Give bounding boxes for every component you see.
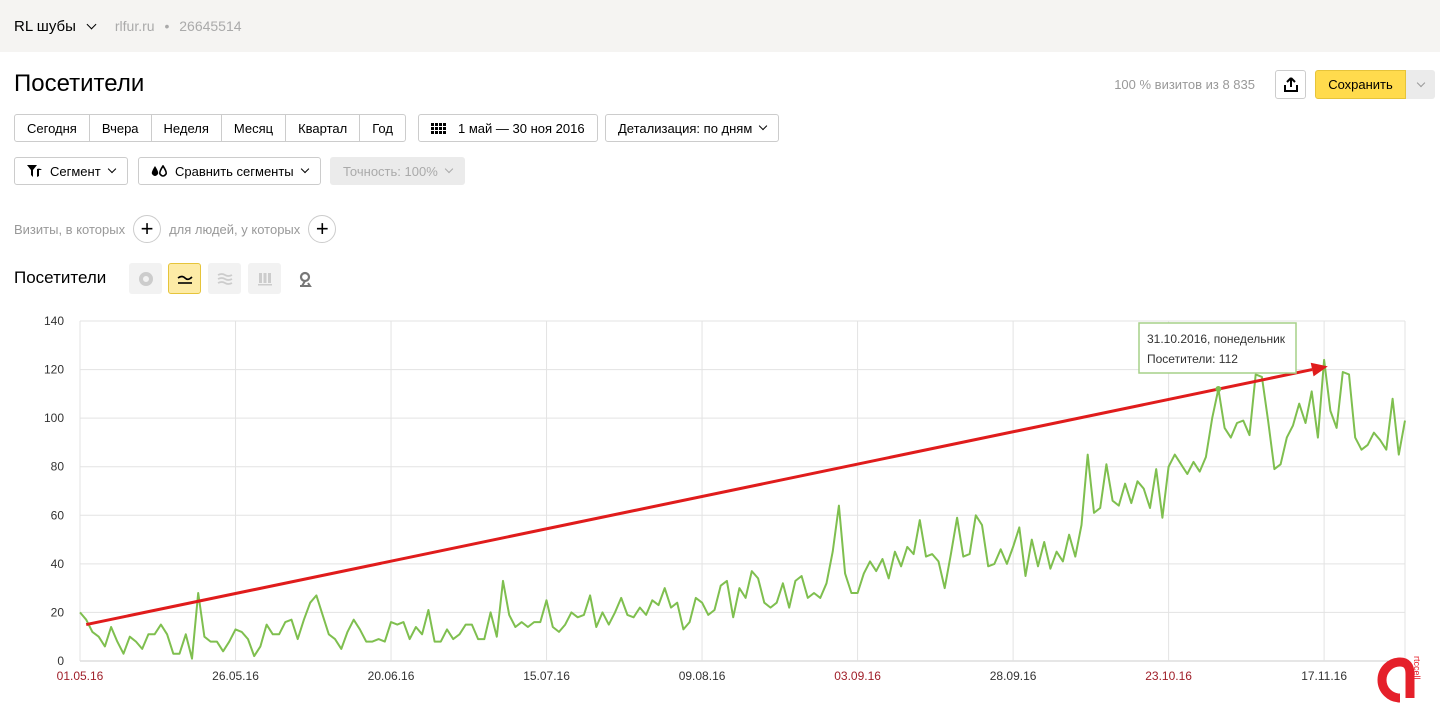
plus-icon: + — [140, 216, 154, 241]
export-button[interactable] — [1275, 70, 1306, 99]
tooltip-point — [1215, 386, 1222, 392]
period-week[interactable]: Неделя — [152, 115, 222, 141]
segment-button[interactable]: Сегмент — [14, 157, 128, 185]
chart-title: Посетители — [14, 268, 107, 287]
top-bar: RL шубы rlfur.ru • 26645514 — [0, 0, 1440, 52]
period-yesterday[interactable]: Вчера — [90, 115, 152, 141]
add-people-filter-button[interactable]: + — [308, 215, 337, 243]
y-tick-label: 20 — [51, 605, 65, 619]
detail-label: Детализация: по дням — [618, 120, 753, 136]
x-tick-label: 20.06.16 — [368, 669, 415, 683]
y-tick-label: 40 — [51, 557, 65, 571]
filter-row: Визиты, в которых + для людей, у которых… — [14, 215, 337, 243]
compare-segments-button[interactable]: Сравнить сегменты — [138, 157, 321, 185]
people-filter-label: для людей, у которых — [169, 221, 301, 237]
drops-icon — [151, 165, 167, 177]
date-range-label: 1 май — 30 ноя 2016 — [458, 120, 585, 136]
counter-meta: rlfur.ru • 26645514 — [115, 18, 242, 34]
bar-chart-icon — [257, 272, 272, 285]
chart-type-bar[interactable] — [248, 263, 281, 294]
period-selector: Сегодня Вчера Неделя Месяц Квартал Год — [14, 114, 406, 142]
segment-label: Сегмент — [50, 163, 101, 179]
y-tick-label: 140 — [44, 314, 64, 328]
site-domain: rlfur.ru — [114, 18, 155, 34]
pie-chart-icon — [138, 271, 153, 286]
chevron-down-icon — [107, 164, 116, 174]
chevron-down-icon — [86, 19, 97, 29]
x-tick-label: 23.10.16 — [1145, 669, 1192, 683]
visits-filter-label: Визиты, в которых — [14, 221, 126, 237]
chevron-down-icon — [1416, 78, 1425, 87]
filter-icon — [27, 165, 42, 177]
series-line-visitors — [79, 358, 1406, 660]
accuracy-label: Точность: 100% — [343, 163, 438, 179]
line-chart-icon — [177, 275, 193, 284]
chart-type-area[interactable] — [208, 263, 241, 294]
watermark-logo: rtccell — [1377, 656, 1422, 703]
detail-dropdown[interactable]: Детализация: по дням — [605, 114, 780, 142]
accuracy-dropdown[interactable]: Точность: 100% — [330, 157, 465, 185]
x-tick-label: 26.05.16 — [212, 669, 259, 683]
x-tick-label: 03.09.16 — [834, 669, 881, 683]
calendar-icon — [431, 122, 446, 134]
y-tick-label: 80 — [51, 460, 65, 474]
x-tick-label: 01.05.16 — [57, 669, 104, 683]
area-chart-icon — [217, 272, 232, 285]
chart-type-pie[interactable] — [129, 263, 162, 294]
chart-type-line[interactable] — [168, 263, 201, 294]
tooltip-date: 31.10.2016, понедельник — [1147, 332, 1286, 346]
period-year[interactable]: Год — [360, 115, 405, 141]
x-tick-label: 15.07.16 — [523, 669, 570, 683]
save-options-button[interactable] — [1406, 70, 1435, 99]
map-pin-icon — [299, 271, 312, 287]
chevron-down-icon — [759, 121, 768, 131]
date-range-button[interactable]: 1 май — 30 ноя 2016 — [418, 114, 598, 142]
chevron-down-icon — [300, 164, 309, 174]
separator-dot: • — [164, 18, 170, 34]
period-quarter[interactable]: Квартал — [286, 115, 361, 141]
add-visits-filter-button[interactable]: + — [133, 215, 162, 243]
trend-arrow-line — [85, 368, 1313, 627]
y-tick-label: 60 — [51, 508, 65, 522]
x-tick-label: 17.11.16 — [1301, 669, 1347, 683]
x-tick-label: 09.08.16 — [679, 669, 726, 683]
y-tick-label: 0 — [57, 654, 64, 668]
compare-label: Сравнить сегменты — [175, 163, 294, 179]
share-icon — [1283, 77, 1298, 92]
y-tick-label: 120 — [44, 363, 64, 377]
counter-name: RL шубы — [14, 17, 76, 35]
svg-text:rtccell: rtccell — [1412, 656, 1422, 680]
counter-id: 26645514 — [179, 18, 242, 34]
x-tick-label: 28.09.16 — [990, 669, 1037, 683]
plus-icon: + — [315, 216, 329, 241]
counter-selector[interactable]: RL шубы — [14, 18, 101, 35]
visitors-line-chart: 0 20 40 60 80 100 120 140 01.05.16 26.05.16 20.06.… — [44, 314, 1406, 683]
visits-info: 100 % визитов из 8 835 — [1114, 77, 1255, 92]
page-title: Посетители — [14, 70, 145, 97]
chart-type-map[interactable] — [288, 263, 321, 294]
chevron-down-icon — [444, 164, 454, 174]
period-today[interactable]: Сегодня — [15, 115, 90, 141]
period-month[interactable]: Месяц — [222, 115, 287, 141]
tooltip-value: Посетители: 112 — [1147, 352, 1238, 366]
y-tick-label: 100 — [44, 411, 64, 425]
save-button[interactable]: Сохранить — [1315, 70, 1406, 99]
